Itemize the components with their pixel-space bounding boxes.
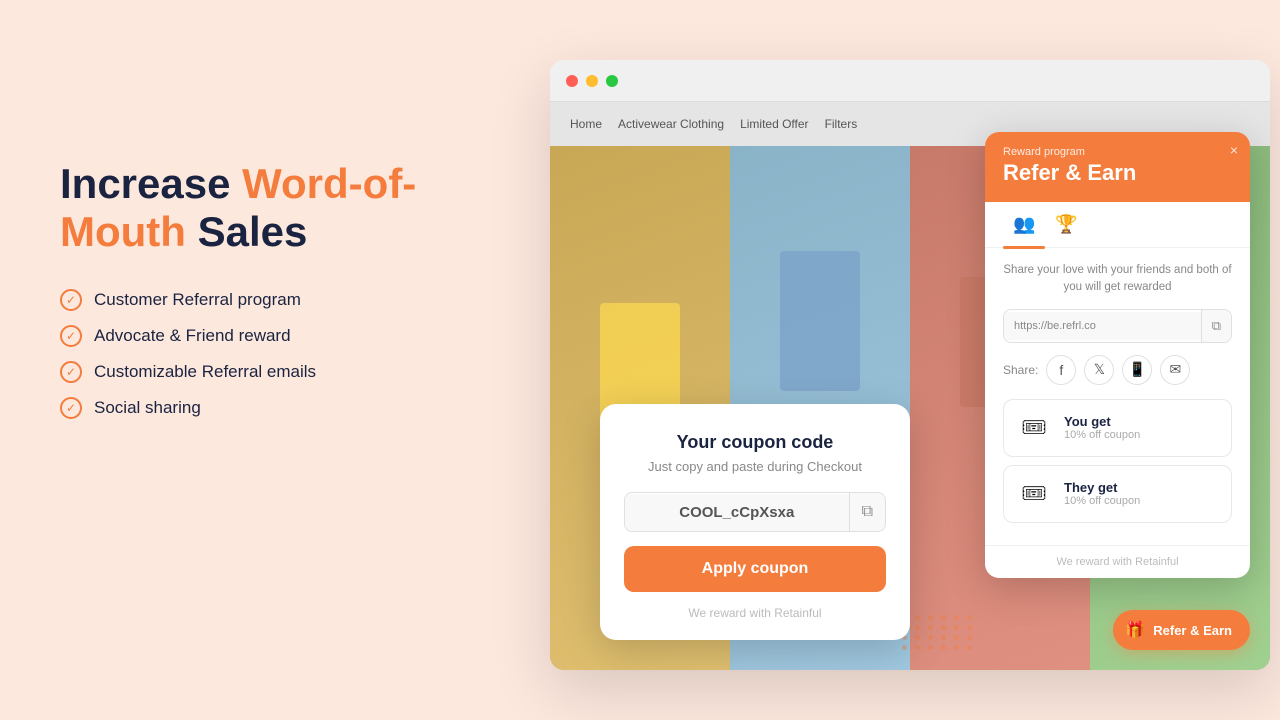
browser-titlebar xyxy=(550,60,1270,102)
headline: Increase Word-of-Mouth Sales xyxy=(60,160,480,257)
nav-home: Home xyxy=(570,117,602,131)
you-get-title: You get xyxy=(1064,414,1140,429)
coupon-subtitle: Just copy and paste during Checkout xyxy=(624,459,886,474)
feature-label-4: Social sharing xyxy=(94,398,201,418)
left-section: Increase Word-of-Mouth Sales ✓ Customer … xyxy=(60,160,480,419)
coupon-powered-by: We reward with Retainful xyxy=(624,606,886,620)
coupon-code-row: COOL_cCpXsxa ⧉ xyxy=(624,492,886,532)
feature-label-1: Customer Referral program xyxy=(94,290,301,310)
share-link-row: https://be.refrl.co ⧉ xyxy=(1003,309,1232,343)
refer-earn-icon: 🎁 xyxy=(1125,620,1145,640)
reward-tabs: 👥 🏆 xyxy=(985,202,1250,248)
check-icon-3: ✓ xyxy=(60,361,82,383)
tab-rewards[interactable]: 🏆 xyxy=(1045,202,1087,247)
reward-title: Refer & Earn xyxy=(1003,160,1232,186)
they-get-icon: 🎟 xyxy=(1016,476,1052,512)
nav-activewear: Activewear Clothing xyxy=(618,117,724,131)
feature-item-1: ✓ Customer Referral program xyxy=(60,289,480,311)
dot-green xyxy=(606,75,618,87)
reward-body: Share your love with your friends and bo… xyxy=(985,248,1250,545)
headline-part2: Sales xyxy=(186,208,307,255)
check-icon-1: ✓ xyxy=(60,289,82,311)
share-link-copy-button[interactable]: ⧉ xyxy=(1201,310,1231,342)
coupon-copy-button[interactable]: ⧉ xyxy=(849,493,885,531)
feature-list: ✓ Customer Referral program ✓ Advocate &… xyxy=(60,289,480,419)
browser-content: Home Activewear Clothing Limited Offer F… xyxy=(550,102,1270,670)
reward-close-button[interactable]: × xyxy=(1230,142,1238,158)
tab-referral-icon: 👥 xyxy=(1013,214,1035,234)
reward-footer: We reward with Retainful xyxy=(985,545,1250,578)
refer-earn-button[interactable]: 🎁 Refer & Earn xyxy=(1113,610,1250,650)
coupon-code-text: COOL_cCpXsxa xyxy=(625,494,849,531)
dot-pattern-decoration xyxy=(902,615,975,650)
check-icon-4: ✓ xyxy=(60,397,82,419)
share-facebook-button[interactable]: f xyxy=(1046,355,1076,385)
share-label: Share: xyxy=(1003,363,1038,377)
tab-referral[interactable]: 👥 xyxy=(1003,202,1045,247)
share-whatsapp-button[interactable]: 📱 xyxy=(1122,355,1152,385)
dot-red xyxy=(566,75,578,87)
you-get-icon: 🎟 xyxy=(1016,410,1052,446)
they-get-card: 🎟 They get 10% off coupon xyxy=(1003,465,1232,523)
refer-earn-label: Refer & Earn xyxy=(1153,623,1232,638)
share-link-text: https://be.refrl.co xyxy=(1004,312,1201,340)
coupon-title: Your coupon code xyxy=(624,432,886,453)
share-email-button[interactable]: ✉ xyxy=(1160,355,1190,385)
browser-mockup: Home Activewear Clothing Limited Offer F… xyxy=(550,60,1270,670)
dot-yellow xyxy=(586,75,598,87)
reward-header: Reward program Refer & Earn × xyxy=(985,132,1250,202)
check-icon-2: ✓ xyxy=(60,325,82,347)
they-get-title: They get xyxy=(1064,480,1140,495)
apply-coupon-button[interactable]: Apply coupon xyxy=(624,546,886,592)
tab-rewards-icon: 🏆 xyxy=(1055,214,1077,234)
feature-label-3: Customizable Referral emails xyxy=(94,362,316,382)
feature-item-3: ✓ Customizable Referral emails xyxy=(60,361,480,383)
feature-label-2: Advocate & Friend reward xyxy=(94,326,291,346)
reward-desc: Share your love with your friends and bo… xyxy=(1003,262,1232,297)
feature-item-4: ✓ Social sharing xyxy=(60,397,480,419)
you-get-card: 🎟 You get 10% off coupon xyxy=(1003,399,1232,457)
feature-item-2: ✓ Advocate & Friend reward xyxy=(60,325,480,347)
nav-limited: Limited Offer xyxy=(740,117,808,131)
nav-filters: Filters xyxy=(825,117,858,131)
coupon-popup: Your coupon code Just copy and paste dur… xyxy=(600,404,910,640)
reward-panel: Reward program Refer & Earn × 👥 🏆 Share … xyxy=(985,132,1250,578)
headline-part1: Increase xyxy=(60,160,242,207)
share-twitter-button[interactable]: 𝕏 xyxy=(1084,355,1114,385)
share-row: Share: f 𝕏 📱 ✉ xyxy=(1003,355,1232,385)
reward-label: Reward program xyxy=(1003,146,1232,158)
you-get-sub: 10% off coupon xyxy=(1064,429,1140,441)
they-get-sub: 10% off coupon xyxy=(1064,495,1140,507)
